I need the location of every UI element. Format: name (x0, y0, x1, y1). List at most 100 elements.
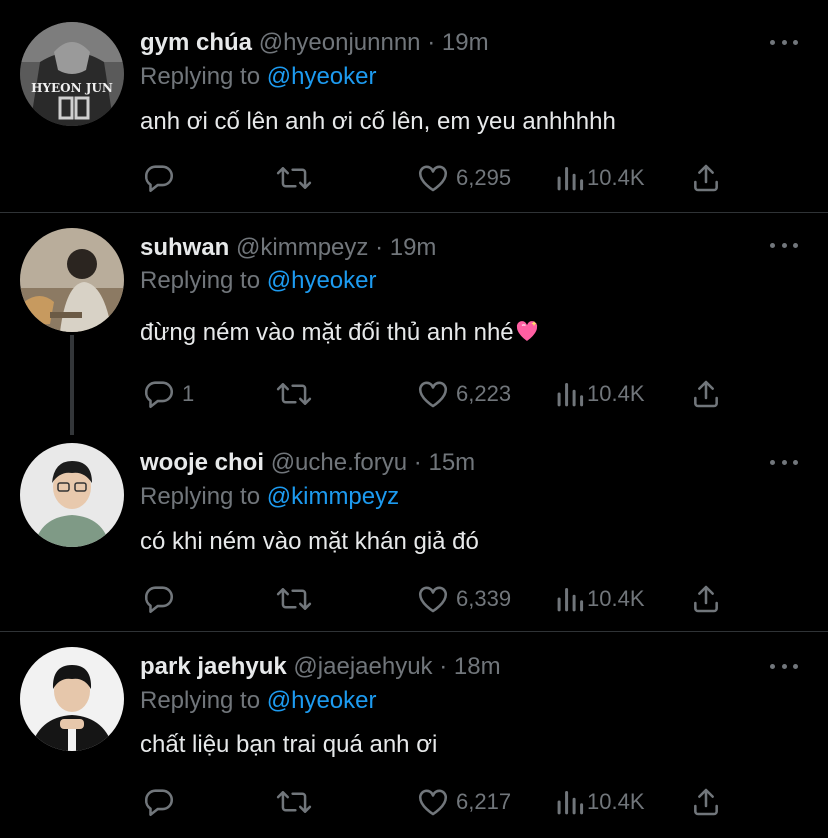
display-name[interactable]: suhwan (140, 234, 229, 261)
username[interactable]: @jaejaehyuk (293, 653, 432, 680)
share-icon (690, 582, 722, 616)
heart-icon (416, 377, 450, 411)
retweet-button[interactable] (276, 158, 312, 198)
like-count: 6,295 (456, 165, 512, 190)
tweet-text-line: đừng ném vào mặt đối thủ anh nhé (140, 317, 539, 349)
reply-button[interactable]: 1 (142, 374, 194, 414)
views-icon (555, 785, 585, 819)
tweet-header: wooje choi @uche.foryu · 15m (140, 448, 475, 478)
retweet-icon (276, 785, 312, 819)
like-count: 6,339 (456, 586, 512, 611)
like-count: 6,217 (456, 789, 512, 814)
tweet-actions: 6,217 10.4K (0, 782, 828, 822)
like-button[interactable]: 6,339 (416, 579, 511, 619)
tweet-1[interactable]: HYEON JUN gym chúa @hyeonjunnnn · 19m Re… (0, 0, 828, 212)
replying-to-label: Replying to (140, 483, 261, 510)
retweet-button[interactable] (276, 579, 312, 619)
display-name[interactable]: gym chúa (140, 29, 252, 56)
reply-button[interactable] (142, 782, 182, 822)
tweet-text: anh ơi cố lên anh ơi cố lên, em yeu anhh… (140, 108, 616, 135)
timestamp[interactable]: 15m (428, 449, 475, 476)
tweet-2[interactable]: suhwan @kimmpeyz · 19m Replying to @hyeo… (0, 213, 828, 435)
like-button[interactable]: 6,217 (416, 782, 511, 822)
username[interactable]: @uche.foryu (271, 449, 407, 476)
reply-button[interactable] (142, 579, 182, 619)
retweet-icon (276, 377, 312, 411)
more-icon[interactable] (770, 32, 798, 52)
tweet-actions: 6,295 10.4K (0, 158, 828, 198)
retweet-button[interactable] (276, 782, 312, 822)
retweet-icon (276, 161, 312, 195)
tweet-text: đừng ném vào mặt đối thủ anh nhé (140, 319, 514, 346)
views-button[interactable]: 10.4K (555, 782, 645, 822)
views-icon (555, 161, 585, 195)
display-name[interactable]: wooje choi (140, 449, 264, 476)
avatar[interactable]: HYEON JUN (20, 22, 124, 126)
views-button[interactable]: 10.4K (555, 579, 645, 619)
tweet-text: có khi ném vào mặt khán giả đó (140, 528, 479, 555)
share-button[interactable] (690, 579, 722, 619)
views-count: 10.4K (587, 381, 645, 406)
separator-dot: · (439, 653, 448, 680)
reply-icon (142, 785, 176, 819)
reply-icon (142, 377, 176, 411)
timestamp[interactable]: 19m (442, 29, 489, 56)
tweet-text: chất liệu bạn trai quá anh ơi (140, 731, 438, 758)
views-icon (555, 377, 585, 411)
reply-button[interactable] (142, 158, 182, 198)
reply-icon (142, 161, 176, 195)
replying-to: Replying to @kimmpeyz (140, 482, 399, 512)
more-icon[interactable] (770, 452, 798, 472)
views-icon (555, 582, 585, 616)
share-button[interactable] (690, 782, 722, 822)
share-button[interactable] (690, 374, 722, 414)
share-button[interactable] (690, 158, 722, 198)
share-icon (690, 161, 722, 195)
replying-to-handle[interactable]: @hyeoker (267, 687, 377, 714)
retweet-icon (276, 582, 312, 616)
replying-to: Replying to @hyeoker (140, 266, 377, 296)
heart-icon (416, 785, 450, 819)
tweet-header: gym chúa @hyeonjunnnn · 19m (140, 28, 489, 58)
tweet-actions: 6,339 10.4K (0, 579, 828, 619)
tweet-3[interactable]: wooje choi @uche.foryu · 15m Replying to… (0, 431, 828, 631)
avatar[interactable] (20, 228, 124, 332)
replying-to-label: Replying to (140, 267, 261, 294)
reply-count: 1 (182, 381, 195, 406)
sparkling-heart-icon (515, 319, 539, 341)
avatar-jersey-text: HYEON JUN (31, 81, 113, 95)
timestamp[interactable]: 18m (454, 653, 501, 680)
heart-icon (416, 161, 450, 195)
views-button[interactable]: 10.4K (555, 374, 645, 414)
avatar[interactable] (20, 647, 124, 751)
username[interactable]: @kimmpeyz (236, 234, 368, 261)
more-icon[interactable] (770, 656, 798, 676)
more-icon[interactable] (770, 235, 798, 255)
avatar[interactable] (20, 443, 124, 547)
replying-to: Replying to @hyeoker (140, 686, 377, 716)
like-count: 6,223 (456, 381, 512, 406)
like-button[interactable]: 6,223 (416, 374, 511, 414)
retweet-button[interactable] (276, 374, 312, 414)
replying-to-handle[interactable]: @hyeoker (267, 267, 377, 294)
separator-dot: · (375, 234, 384, 261)
replying-to-label: Replying to (140, 687, 261, 714)
views-count: 10.4K (587, 586, 645, 611)
like-button[interactable]: 6,295 (416, 158, 511, 198)
views-button[interactable]: 10.4K (555, 158, 645, 198)
username[interactable]: @hyeonjunnnn (259, 29, 421, 56)
display-name[interactable]: park jaehyuk (140, 653, 287, 680)
reply-icon (142, 582, 176, 616)
separator-dot: · (427, 29, 436, 56)
replying-to-handle[interactable]: @kimmpeyz (267, 483, 399, 510)
share-icon (690, 377, 722, 411)
views-count: 10.4K (587, 165, 645, 190)
heart-icon (416, 582, 450, 616)
replying-to: Replying to @hyeoker (140, 62, 377, 92)
tweet-header: park jaehyuk @jaejaehyuk · 18m (140, 652, 501, 682)
replying-to-handle[interactable]: @hyeoker (267, 63, 377, 90)
replying-to-label: Replying to (140, 63, 261, 90)
views-count: 10.4K (587, 789, 645, 814)
tweet-4[interactable]: park jaehyuk @jaejaehyuk · 18m Replying … (0, 632, 828, 838)
timestamp[interactable]: 19m (390, 234, 437, 261)
